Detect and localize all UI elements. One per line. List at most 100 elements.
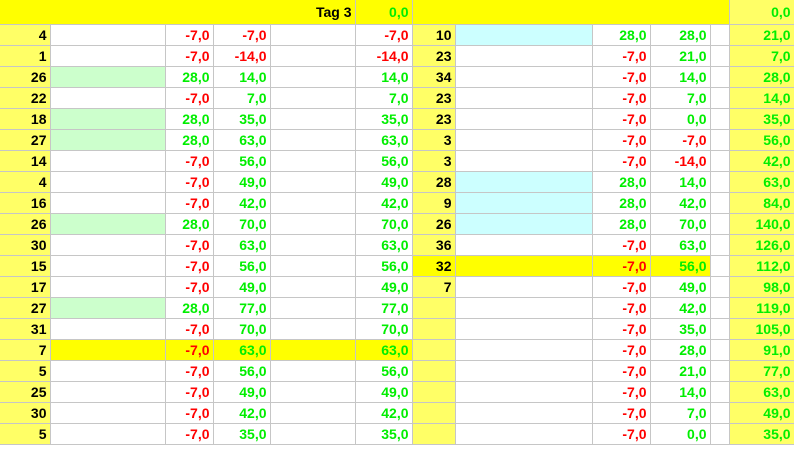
left-sum-cell[interactable]: 14,0 [213,66,271,88]
left-spacer-cell[interactable] [270,318,356,340]
right-delta-cell[interactable]: -7,0 [592,129,651,151]
right-spacer-cell[interactable] [710,150,730,172]
right-sum-cell[interactable]: 56,0 [650,255,711,277]
left-spacer-cell[interactable] [270,24,356,46]
row-number-cell[interactable]: 16 [0,192,51,214]
left-sum-cell[interactable]: 7,0 [213,87,271,109]
right-sum-cell[interactable]: -14,0 [650,150,711,172]
right-sum-cell[interactable]: 0,0 [650,108,711,130]
row-number-cell[interactable]: 4 [0,24,51,46]
right-note-cell[interactable] [455,24,593,46]
right-note-cell[interactable] [455,423,593,445]
left-sum-cell[interactable]: 35,0 [213,108,271,130]
right-total-cell[interactable]: 91,0 [729,339,794,361]
left-spacer-cell[interactable] [270,150,356,172]
left-delta-cell[interactable]: -7,0 [165,276,214,298]
left-sum-cell[interactable]: 70,0 [213,213,271,235]
right-note-cell[interactable] [455,171,593,193]
row-number-cell[interactable]: 30 [0,402,51,424]
right-note-cell[interactable] [455,339,593,361]
right-number-cell[interactable] [412,381,456,403]
right-sum-cell[interactable]: 7,0 [650,87,711,109]
left-total-cell[interactable]: 70,0 [355,213,413,235]
right-number-cell[interactable]: 36 [412,234,456,256]
left-delta-cell[interactable]: -7,0 [165,255,214,277]
right-delta-cell[interactable]: 28,0 [592,213,651,235]
right-note-cell[interactable] [455,192,593,214]
left-note-cell[interactable] [50,423,166,445]
left-total-cell[interactable]: 56,0 [355,360,413,382]
right-delta-cell[interactable]: -7,0 [592,339,651,361]
left-spacer-cell[interactable] [270,423,356,445]
right-delta-cell[interactable]: 28,0 [592,192,651,214]
right-note-cell[interactable] [455,402,593,424]
right-spacer-cell[interactable] [710,45,730,67]
right-delta-cell[interactable]: -7,0 [592,318,651,340]
left-spacer-cell[interactable] [270,213,356,235]
left-delta-cell[interactable]: -7,0 [165,423,214,445]
row-number-cell[interactable]: 30 [0,234,51,256]
right-number-cell[interactable] [412,360,456,382]
right-sum-cell[interactable]: 7,0 [650,402,711,424]
right-delta-cell[interactable]: -7,0 [592,423,651,445]
right-sum-cell[interactable]: 70,0 [650,213,711,235]
right-note-cell[interactable] [455,87,593,109]
left-note-cell[interactable] [50,66,166,88]
left-note-cell[interactable] [50,87,166,109]
right-note-cell[interactable] [455,297,593,319]
right-number-cell[interactable] [412,339,456,361]
right-delta-cell[interactable]: 28,0 [592,24,651,46]
row-number-cell[interactable]: 17 [0,276,51,298]
left-sum-cell[interactable]: 49,0 [213,381,271,403]
right-total-cell[interactable]: 28,0 [729,66,794,88]
right-spacer-cell[interactable] [710,423,730,445]
left-spacer-cell[interactable] [270,192,356,214]
day-label-cell[interactable]: Tag 3 [0,0,356,25]
left-delta-cell[interactable]: -7,0 [165,339,214,361]
right-spacer-cell[interactable] [710,108,730,130]
left-note-cell[interactable] [50,318,166,340]
left-total-cell[interactable]: 35,0 [355,423,413,445]
right-total-cell[interactable]: 7,0 [729,45,794,67]
right-total-cell[interactable]: 63,0 [729,171,794,193]
right-sum-cell[interactable]: 14,0 [650,171,711,193]
left-note-cell[interactable] [50,24,166,46]
right-total-cell[interactable]: 0,0 [729,0,794,25]
right-total-cell[interactable]: 35,0 [729,108,794,130]
left-sum-cell[interactable]: 56,0 [213,360,271,382]
right-note-cell[interactable] [455,213,593,235]
right-number-cell[interactable]: 10 [412,24,456,46]
right-delta-cell[interactable]: -7,0 [592,297,651,319]
right-note-cell[interactable] [455,276,593,298]
right-note-cell[interactable] [455,66,593,88]
left-total-cell[interactable]: 56,0 [355,255,413,277]
right-delta-cell[interactable]: -7,0 [592,234,651,256]
right-sum-cell[interactable]: 28,0 [650,24,711,46]
left-sum-cell[interactable]: -14,0 [213,45,271,67]
right-sum-cell[interactable]: 0,0 [650,423,711,445]
right-number-cell[interactable]: 9 [412,192,456,214]
left-delta-cell[interactable]: -7,0 [165,402,214,424]
right-delta-cell[interactable]: -7,0 [592,108,651,130]
right-delta-cell[interactable]: -7,0 [592,381,651,403]
left-note-cell[interactable] [50,381,166,403]
left-sum-cell[interactable]: 35,0 [213,423,271,445]
right-total-cell[interactable]: 42,0 [729,150,794,172]
left-spacer-cell[interactable] [270,87,356,109]
left-note-cell[interactable] [50,150,166,172]
left-sum-cell[interactable]: 70,0 [213,318,271,340]
left-total-cell[interactable]: 42,0 [355,402,413,424]
right-total-cell[interactable]: 21,0 [729,24,794,46]
right-note-cell[interactable] [455,108,593,130]
left-sum-cell[interactable]: 63,0 [213,234,271,256]
right-delta-cell[interactable]: -7,0 [592,276,651,298]
left-note-cell[interactable] [50,129,166,151]
header-fill-cell[interactable] [412,0,730,25]
row-number-cell[interactable]: 5 [0,360,51,382]
left-note-cell[interactable] [50,171,166,193]
row-number-cell[interactable]: 18 [0,108,51,130]
right-delta-cell[interactable]: -7,0 [592,402,651,424]
left-delta-cell[interactable]: -7,0 [165,381,214,403]
right-number-cell[interactable] [412,402,456,424]
left-total-cell[interactable]: 63,0 [355,234,413,256]
